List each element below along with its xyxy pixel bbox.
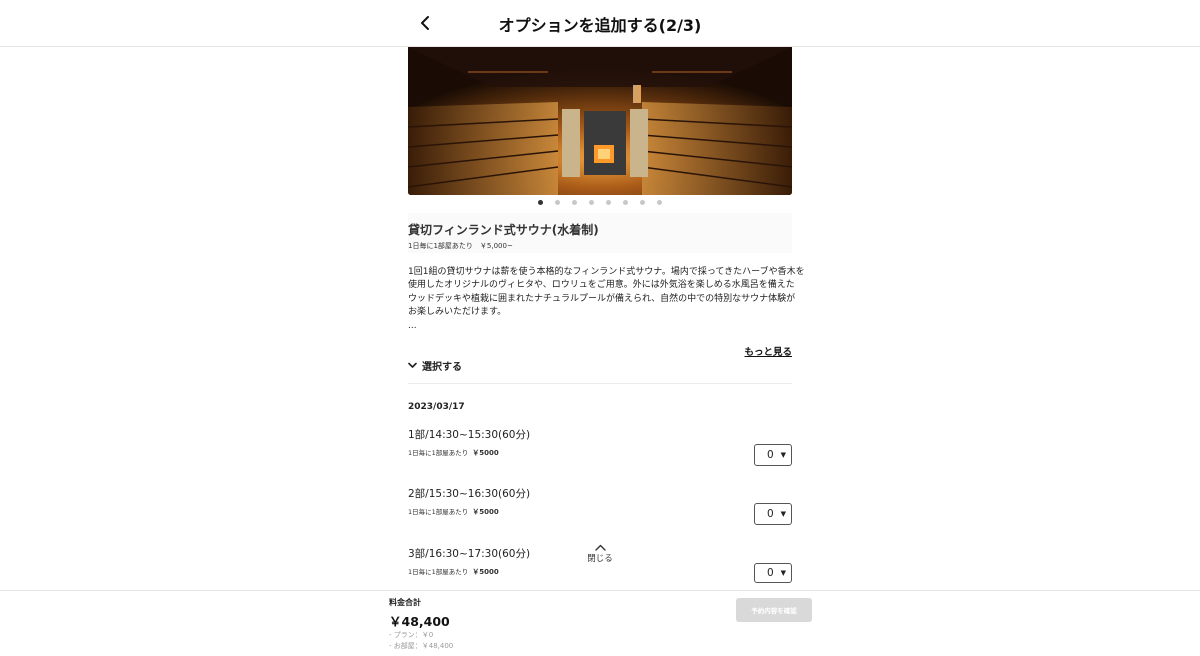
close-button[interactable]: 閉じる: [580, 544, 620, 570]
price-footer: 料金合計 ￥48,400 - プラン：￥0 - お部屋：￥48,400 予約内容…: [0, 590, 1200, 656]
total-amount: ￥48,400: [389, 614, 450, 629]
option-image-carousel[interactable]: [408, 47, 792, 195]
caret-down-icon: ▼: [780, 510, 786, 518]
breakdown-plan: - プラン：￥0: [389, 631, 434, 639]
caret-down-icon: ▼: [780, 451, 786, 459]
sauna-photo: [408, 47, 792, 195]
carousel-dot[interactable]: [555, 200, 560, 205]
quantity-value: 0: [767, 449, 774, 461]
select-toggle-label: 選択する: [422, 362, 462, 373]
option-description: 1回1組の貸切サウナは薪を使う本格的なフィンランド式サウナ。場内で採ってきたハー…: [408, 266, 805, 333]
caret-down-icon: ▼: [780, 569, 786, 577]
confirm-reservation-button[interactable]: 予約内容を確認: [736, 598, 812, 622]
quantity-select[interactable]: 0 ▼: [754, 444, 792, 466]
carousel-dot[interactable]: [538, 200, 543, 205]
time-slot: 2部/15:30~16:30(60分) 1日毎に1部屋あたり ￥5000 0 ▼: [408, 486, 792, 536]
price-breakdown: - プラン：￥0 - お部屋：￥48,400: [389, 630, 453, 652]
quantity-select[interactable]: 0 ▼: [754, 563, 792, 583]
carousel-dot[interactable]: [640, 200, 645, 205]
quantity-value: 0: [767, 567, 774, 579]
time-slot: 1部/14:30~15:30(60分) 1日毎に1部屋あたり ￥5000 0 ▼: [408, 427, 792, 477]
slot-price-value: ￥5000: [472, 568, 499, 576]
total-label: 料金合計: [389, 598, 421, 607]
slot-price-value: ￥5000: [472, 508, 499, 516]
slot-name: 3部/16:30~17:30(60分): [408, 548, 531, 560]
carousel-dot[interactable]: [572, 200, 577, 205]
slot-price-value: ￥5000: [472, 449, 499, 457]
close-label: 閉じる: [587, 554, 613, 564]
quantity-value: 0: [767, 508, 774, 520]
carousel-dot[interactable]: [606, 200, 611, 205]
breakdown-room: - お部屋：￥48,400: [389, 642, 454, 650]
chevron-down-icon: [408, 362, 417, 368]
slot-name: 1部/14:30~15:30(60分): [408, 429, 531, 441]
carousel-indicator: [408, 200, 792, 208]
description-ellipsis: ...: [408, 320, 417, 331]
slot-name: 2部/15:30~16:30(60分): [408, 488, 531, 500]
description-line: ウッドデッキや植栽に囲まれたナチュラルプールが備えられ、自然の中での特別なサウナ…: [408, 293, 796, 304]
carousel-dot[interactable]: [589, 200, 594, 205]
slot-price: 1日毎に1部屋あたり ￥5000: [408, 566, 499, 577]
slot-unit: 1日毎に1部屋あたり: [408, 449, 469, 457]
slot-price: 1日毎に1部屋あたり ￥5000: [408, 506, 499, 517]
slot-date: 2023/03/17: [408, 402, 465, 412]
option-header: 貸切フィンランド式サウナ(水着制) 1日毎に1部屋あたり ￥5,000~: [408, 213, 792, 253]
chevron-up-icon: [594, 544, 606, 551]
option-title: 貸切フィンランド式サウナ(水着制): [408, 223, 599, 237]
carousel-dot[interactable]: [657, 200, 662, 205]
read-more-link[interactable]: もっと見る: [744, 344, 792, 358]
slot-price: 1日毎に1部屋あたり ￥5000: [408, 447, 499, 458]
select-toggle[interactable]: 選択する: [408, 358, 462, 373]
slot-unit: 1日毎に1部屋あたり: [408, 508, 469, 516]
option-price-note: 1日毎に1部屋あたり ￥5,000~: [408, 242, 513, 250]
description-line: 使用したオリジナルのヴィヒタや、ロウリュをご用意。外には外気浴を楽しめる水風呂を…: [408, 280, 795, 291]
carousel-dot[interactable]: [623, 200, 628, 205]
slot-unit: 1日毎に1部屋あたり: [408, 568, 469, 576]
quantity-select[interactable]: 0 ▼: [754, 503, 792, 525]
divider: [408, 383, 792, 384]
description-line: お楽しみいただけます。: [408, 307, 507, 318]
description-line: 1回1組の貸切サウナは薪を使う本格的なフィンランド式サウナ。場内で採ってきたハー…: [408, 267, 805, 277]
page-title: オプションを追加する(2/3): [498, 16, 702, 35]
top-bar: オプションを追加する(2/3): [0, 0, 1200, 47]
